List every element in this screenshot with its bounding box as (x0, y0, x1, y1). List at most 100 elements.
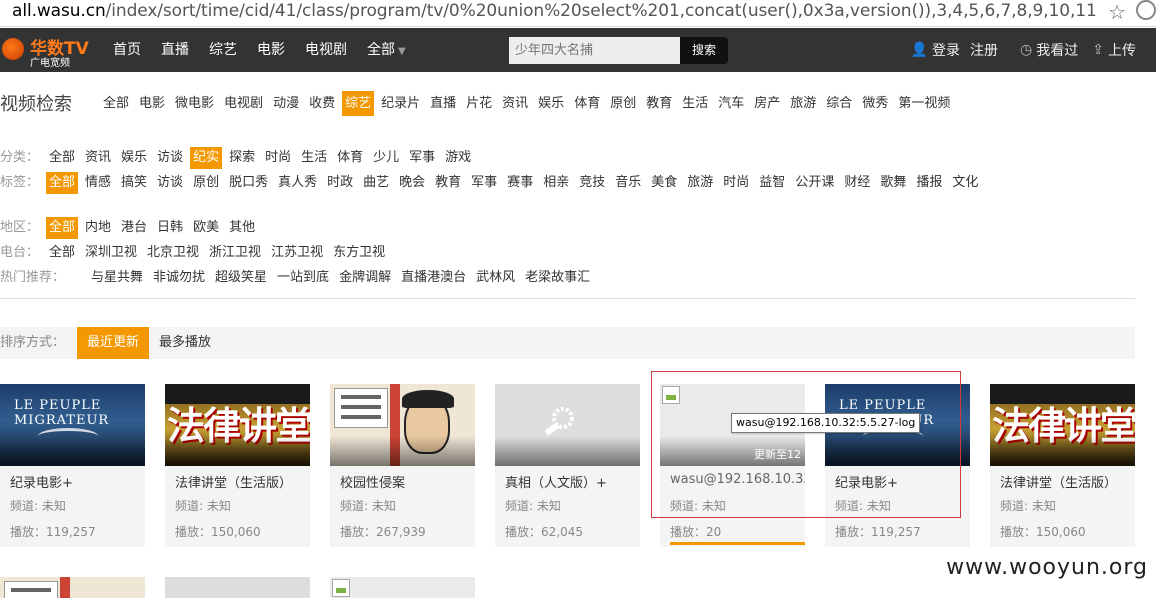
nav-variety[interactable]: 综艺 (199, 28, 247, 72)
filter-option[interactable]: 真人秀 (275, 172, 320, 194)
filter-option[interactable]: 武林风 (473, 267, 518, 289)
video-card-partial[interactable] (165, 577, 310, 598)
upload-link[interactable]: ⇪ 上传 (1092, 40, 1136, 60)
video-card[interactable]: 校园性侵案 频道: 未知 播放：267,939 (330, 384, 475, 547)
search-button[interactable]: 搜索 (680, 37, 728, 64)
filter-option[interactable]: 益智 (756, 172, 788, 194)
filter-option[interactable]: 一站到底 (274, 267, 332, 289)
category-item[interactable]: 资讯 (499, 91, 531, 116)
globe-icon[interactable] (1136, 0, 1156, 20)
sort-recent-button[interactable]: 最近更新 (77, 327, 149, 359)
video-thumbnail[interactable]: 法律讲堂 (165, 384, 310, 466)
filter-option[interactable]: 文化 (949, 172, 981, 194)
video-title[interactable]: 真相（人文版）+ (505, 472, 640, 491)
history-link[interactable]: ◷ 我看过 (1020, 40, 1078, 60)
filter-option[interactable]: 赛事 (504, 172, 536, 194)
filter-option[interactable]: 脱口秀 (226, 172, 271, 194)
category-item[interactable]: 动漫 (270, 91, 302, 116)
category-item[interactable]: 综艺 (342, 91, 375, 116)
video-card-partial[interactable] (0, 577, 145, 598)
filter-option[interactable]: 军事 (468, 172, 500, 194)
url-text[interactable]: all.wasu.cn/index/sort/time/cid/41/class… (12, 1, 1097, 21)
filter-option[interactable]: 公开课 (792, 172, 837, 194)
filter-option[interactable]: 军事 (406, 147, 438, 169)
filter-option[interactable]: 访谈 (154, 172, 186, 194)
filter-option[interactable]: 访谈 (154, 147, 186, 169)
category-item[interactable]: 第一视频 (895, 91, 953, 116)
filter-option[interactable]: 浙江卫视 (206, 242, 264, 264)
category-item[interactable]: 直播 (427, 91, 459, 116)
filter-option[interactable]: 非诚勿扰 (150, 267, 208, 289)
filter-option[interactable]: 其他 (226, 217, 258, 239)
category-item[interactable]: 电影 (136, 91, 168, 116)
filter-option[interactable]: 日韩 (154, 217, 186, 239)
filter-option[interactable]: 金牌调解 (336, 267, 394, 289)
filter-option[interactable]: 全部 (46, 217, 79, 239)
category-item[interactable]: 全部 (100, 91, 132, 116)
filter-option[interactable]: 美食 (648, 172, 680, 194)
category-item[interactable]: 综合 (823, 91, 855, 116)
video-thumbnail[interactable] (330, 384, 475, 466)
filter-option[interactable]: 内地 (82, 217, 114, 239)
video-title[interactable]: 法律讲堂（生活版） (1000, 472, 1135, 491)
video-title[interactable]: 校园性侵案 (340, 472, 475, 491)
filter-option[interactable]: 播报 (913, 172, 945, 194)
filter-option[interactable]: 资讯 (82, 147, 114, 169)
filter-option[interactable]: 与星共舞 (88, 267, 146, 289)
filter-option[interactable]: 原创 (190, 172, 222, 194)
category-item[interactable]: 生活 (679, 91, 711, 116)
filter-option[interactable]: 纪实 (190, 147, 223, 169)
bookmark-star-icon[interactable]: ☆ (1108, 0, 1126, 24)
filter-option[interactable]: 音乐 (612, 172, 644, 194)
filter-option[interactable]: 时尚 (720, 172, 752, 194)
nav-movie[interactable]: 电影 (247, 28, 295, 72)
filter-option[interactable]: 江苏卫视 (268, 242, 326, 264)
category-item[interactable]: 原创 (607, 91, 639, 116)
filter-option[interactable]: 深圳卫视 (82, 242, 140, 264)
filter-option[interactable]: 竞技 (576, 172, 608, 194)
filter-option[interactable]: 超级笑星 (212, 267, 270, 289)
nav-home[interactable]: 首页 (103, 28, 151, 72)
site-logo[interactable]: 华数TV 广电宽频 (0, 32, 95, 69)
filter-option[interactable]: 港台 (118, 217, 150, 239)
filter-option[interactable]: 游戏 (442, 147, 474, 169)
filter-option[interactable]: 搞笑 (118, 172, 150, 194)
category-item[interactable]: 旅游 (787, 91, 819, 116)
filter-option[interactable]: 全部 (46, 172, 79, 194)
filter-option[interactable]: 曲艺 (360, 172, 392, 194)
video-title[interactable]: 纪录电影+ (10, 472, 145, 491)
category-item[interactable]: 教育 (643, 91, 675, 116)
category-item[interactable]: 微电影 (172, 91, 217, 116)
filter-option[interactable]: 时政 (324, 172, 356, 194)
login-link[interactable]: 👤 登录 (911, 40, 960, 60)
filter-option[interactable]: 老梁故事汇 (522, 267, 593, 289)
filter-option[interactable]: 北京卫视 (144, 242, 202, 264)
category-item[interactable]: 收费 (306, 91, 338, 116)
category-item[interactable]: 电视剧 (221, 91, 266, 116)
filter-option[interactable]: 情感 (82, 172, 114, 194)
category-item[interactable]: 房产 (751, 91, 783, 116)
filter-option[interactable]: 体育 (334, 147, 366, 169)
filter-option[interactable]: 欧美 (190, 217, 222, 239)
category-item[interactable]: 微秀 (859, 91, 891, 116)
filter-option[interactable]: 探索 (226, 147, 258, 169)
filter-option[interactable]: 旅游 (684, 172, 716, 194)
video-thumbnail[interactable]: LE PEUPLEMIGRATEUR (0, 384, 145, 466)
video-card[interactable]: 真相（人文版）+ 频道: 未知 播放：62,045 (495, 384, 640, 547)
filter-option[interactable]: 生活 (298, 147, 330, 169)
filter-option[interactable]: 全部 (46, 242, 78, 264)
video-thumbnail[interactable] (495, 384, 640, 466)
video-thumbnail[interactable]: 法律讲堂 (990, 384, 1135, 466)
video-card[interactable]: 法律讲堂 法律讲堂（生活版） 频道: 未知 播放：150,060 (165, 384, 310, 547)
filter-option[interactable]: 娱乐 (118, 147, 150, 169)
sort-most-played-button[interactable]: 最多播放 (159, 327, 211, 359)
video-card-partial[interactable] (330, 577, 475, 598)
filter-option[interactable]: 时尚 (262, 147, 294, 169)
filter-option[interactable]: 歌舞 (877, 172, 909, 194)
nav-tv-series[interactable]: 电视剧 (295, 28, 357, 72)
filter-option[interactable]: 东方卫视 (330, 242, 388, 264)
nav-all[interactable]: 全部 ▼ (357, 28, 416, 72)
category-item[interactable]: 娱乐 (535, 91, 567, 116)
video-card[interactable]: LE PEUPLEMIGRATEUR 纪录电影+ 频道: 未知 播放：119,2… (0, 384, 145, 547)
video-title[interactable]: 法律讲堂（生活版） (175, 472, 310, 491)
